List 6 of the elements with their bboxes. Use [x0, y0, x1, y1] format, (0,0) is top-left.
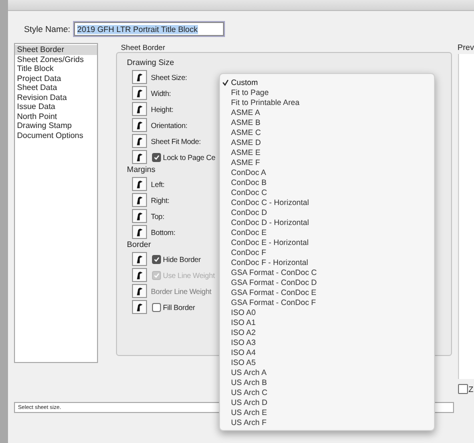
checkbox-label: Z	[468, 384, 474, 394]
section-title: Margins	[126, 165, 156, 175]
section-title: Drawing Size	[126, 58, 174, 68]
section-title: Border	[126, 240, 151, 250]
preview-label: Prev	[458, 43, 474, 52]
style-name-label: Style Name:	[24, 24, 70, 34]
